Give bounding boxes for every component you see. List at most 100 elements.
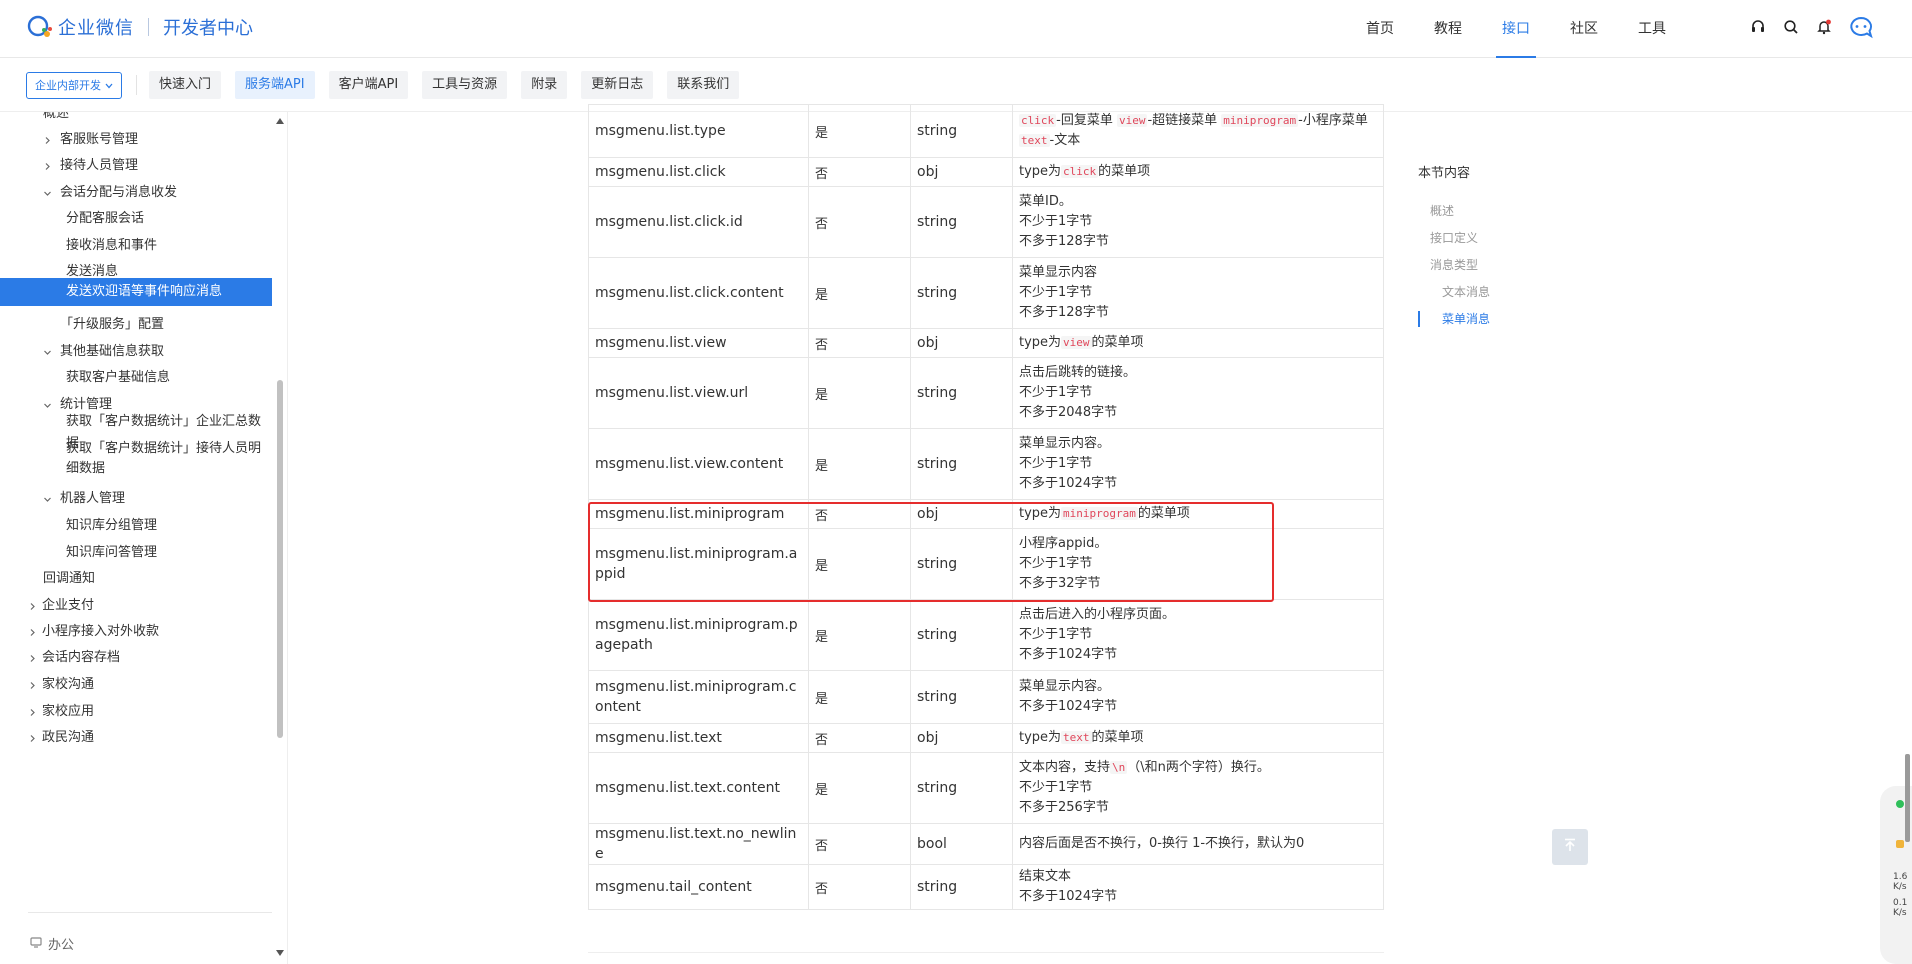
toc-item[interactable]: 菜单消息 <box>1418 309 1618 336</box>
brand-logo[interactable]: 企业微信 开发者中心 <box>26 14 253 40</box>
sidebar-item-label: 知识库问答管理 <box>66 545 158 560</box>
search-icon[interactable] <box>1780 16 1802 38</box>
desc-text: 不少于1字节 <box>1019 456 1093 471</box>
param-desc-cell: type为 text 的菜单项 <box>1012 723 1384 753</box>
sub-nav-tab[interactable]: 更新日志 <box>581 71 654 99</box>
sidebar-item[interactable]: 知识库问答管理 <box>0 542 272 564</box>
desc-line: type为 miniprogram 的菜单项 <box>1019 504 1377 524</box>
desc-text: 的菜单项 <box>1091 335 1144 350</box>
desc-text: 不多于128字节 <box>1019 305 1109 320</box>
sidebar-item[interactable]: 家校沟通 <box>0 674 272 696</box>
desc-text: 不少于1字节 <box>1019 780 1093 795</box>
table-row: msgmenu.list.text.no_newline 否 bool 内容后面是否不… <box>588 823 1384 865</box>
sidebar-item[interactable]: 获取客户基础信息 <box>0 367 272 389</box>
param-desc-cell: 菜单显示内容。不多于1024字节 <box>1012 670 1384 724</box>
top-nav-item[interactable]: 接口 <box>1496 0 1536 58</box>
headset-icon[interactable] <box>1747 16 1769 38</box>
param-required-cell: 否 <box>808 723 911 753</box>
table-row: msgmenu.list.click.id 否 string 菜单ID。 不少于1字节不… <box>588 186 1384 258</box>
desc-line: 菜单显示内容。 <box>1019 434 1377 454</box>
back-to-top-button[interactable] <box>1552 829 1588 865</box>
sidebar-item[interactable]: 分配客服会话 <box>0 208 272 230</box>
sidebar-item[interactable]: 政民沟通 <box>0 727 272 749</box>
param-desc-cell: type为 miniprogram 的菜单项 <box>1012 499 1384 529</box>
inline-code: text <box>1061 731 1092 744</box>
desc-line: 不少于1字节 <box>1019 212 1377 232</box>
toc-item[interactable]: 文本消息 <box>1418 282 1618 309</box>
sub-nav-tab[interactable]: 联系我们 <box>667 71 740 99</box>
sidebar-item-label: 家校沟通 <box>42 677 95 692</box>
inline-code: \n <box>1110 761 1128 774</box>
top-nav-item[interactable]: 社区 <box>1570 0 1598 58</box>
sidebar-item[interactable]: 获取「客户数据统计」企业汇总数据 <box>0 411 272 451</box>
chevron-down-icon <box>105 73 113 98</box>
status-dot-amber <box>1896 840 1904 848</box>
param-type-cell: string <box>910 864 1013 910</box>
chevron-right-icon <box>28 681 37 693</box>
desc-text: 不少于1字节 <box>1019 214 1093 229</box>
desc-text: 文本内容，支持 <box>1019 760 1111 775</box>
desc-line: 不多于256字节 <box>1019 798 1377 818</box>
toc-item[interactable]: 消息类型 <box>1418 255 1618 282</box>
toc-item[interactable]: 概述 <box>1418 201 1618 228</box>
desc-text: 菜单显示内容。 <box>1019 679 1111 694</box>
scroll-up-arrow-icon[interactable] <box>276 118 284 124</box>
sidebar-item[interactable]: 会话内容存档 <box>0 647 272 669</box>
chevron-right-icon <box>28 654 37 666</box>
sub-nav-tab[interactable]: 服务端API <box>235 71 315 99</box>
sidebar-item[interactable]: 会话分配与消息收发 <box>0 182 272 204</box>
param-type-cell: string <box>910 186 1013 258</box>
sidebar-item[interactable]: 接待人员管理 <box>0 155 272 177</box>
sidebar-item[interactable]: 知识库分组管理 <box>0 515 272 537</box>
sidebar-item[interactable]: 接收消息和事件 <box>0 235 272 257</box>
desc-text: -超链接菜单 <box>1147 113 1222 128</box>
param-name-cell: msgmenu.list.click.id <box>588 186 809 258</box>
sidebar-item[interactable]: 家校应用 <box>0 701 272 723</box>
top-nav-item[interactable]: 首页 <box>1366 0 1394 58</box>
sub-nav-tab[interactable]: 快速入门 <box>149 71 222 99</box>
sidebar-item[interactable]: 发送欢迎语等事件响应消息 <box>0 278 272 306</box>
desc-text: -文本 <box>1049 133 1081 148</box>
desc-text: 不多于32字节 <box>1019 576 1101 591</box>
top-nav: 首页 教程 接口 社区 工具 <box>1366 0 1706 58</box>
top-nav-item[interactable]: 工具 <box>1638 0 1666 58</box>
toc-item[interactable]: 接口定义 <box>1418 228 1618 255</box>
sidebar-item[interactable]: 其他基础信息获取 <box>0 341 272 363</box>
desc-line: 不多于1024字节 <box>1019 697 1377 717</box>
toc-list: 概述 接口定义 消息类型 文本消息 菜单消息 <box>1418 201 1618 336</box>
page-scrollbar-thumb[interactable] <box>1905 754 1910 842</box>
param-name-cell: msgmenu.list.click <box>588 157 809 187</box>
desc-line: 点击后进入的小程序页面。 <box>1019 605 1377 625</box>
scroll-down-arrow-icon[interactable] <box>276 950 284 956</box>
bell-icon[interactable] <box>1813 16 1835 38</box>
sidebar-item[interactable]: 企业支付 <box>0 595 272 617</box>
chevron-right-icon <box>28 734 37 746</box>
scope-dropdown[interactable]: 企业内部开发 <box>26 72 122 99</box>
param-desc-cell: 菜单显示内容 不少于1字节 不多于128字节 <box>1012 257 1384 329</box>
sidebar-item[interactable]: 概述 <box>0 112 272 125</box>
param-type-cell: string <box>910 599 1013 671</box>
param-type-cell: obj <box>910 499 1013 529</box>
sidebar-item[interactable]: 客服账号管理 <box>0 129 272 151</box>
sidebar-footer-office[interactable]: 办公 <box>30 934 74 953</box>
desc-text: （\和n两个字符）换行。 <box>1127 760 1270 775</box>
sidebar-item[interactable]: 回调通知 <box>0 568 272 590</box>
top-icon-group <box>1736 16 1876 39</box>
chat-bubble-icon[interactable] <box>1846 16 1876 39</box>
sub-nav-tab[interactable]: 客户端API <box>328 71 409 99</box>
sidebar-item[interactable]: 小程序接入对外收款 <box>0 621 272 643</box>
chevron-right-icon <box>43 162 52 174</box>
sidebar-scrollbar-thumb[interactable] <box>277 380 283 738</box>
param-required-cell: 否 <box>808 186 911 258</box>
desc-text: 内容后面是否不换行，0-换行 1-不换行，默认为0 <box>1019 836 1305 851</box>
desc-line: 不少于1字节 <box>1019 383 1377 403</box>
desc-line: 小程序appid。 <box>1019 534 1377 554</box>
sidebar-item[interactable]: 机器人管理 <box>0 488 272 510</box>
sidebar-item[interactable]: 「升级服务」配置 <box>0 314 272 336</box>
sub-nav-tab[interactable]: 附录 <box>521 71 568 99</box>
brand-name: 企业微信 <box>58 18 134 39</box>
desc-line: 不多于1024字节 <box>1019 474 1377 494</box>
sidebar-item[interactable]: 获取「客户数据统计」接待人员明细数据 <box>0 439 272 479</box>
sub-nav-tab[interactable]: 工具与资源 <box>422 71 508 99</box>
top-nav-item[interactable]: 教程 <box>1434 0 1462 58</box>
